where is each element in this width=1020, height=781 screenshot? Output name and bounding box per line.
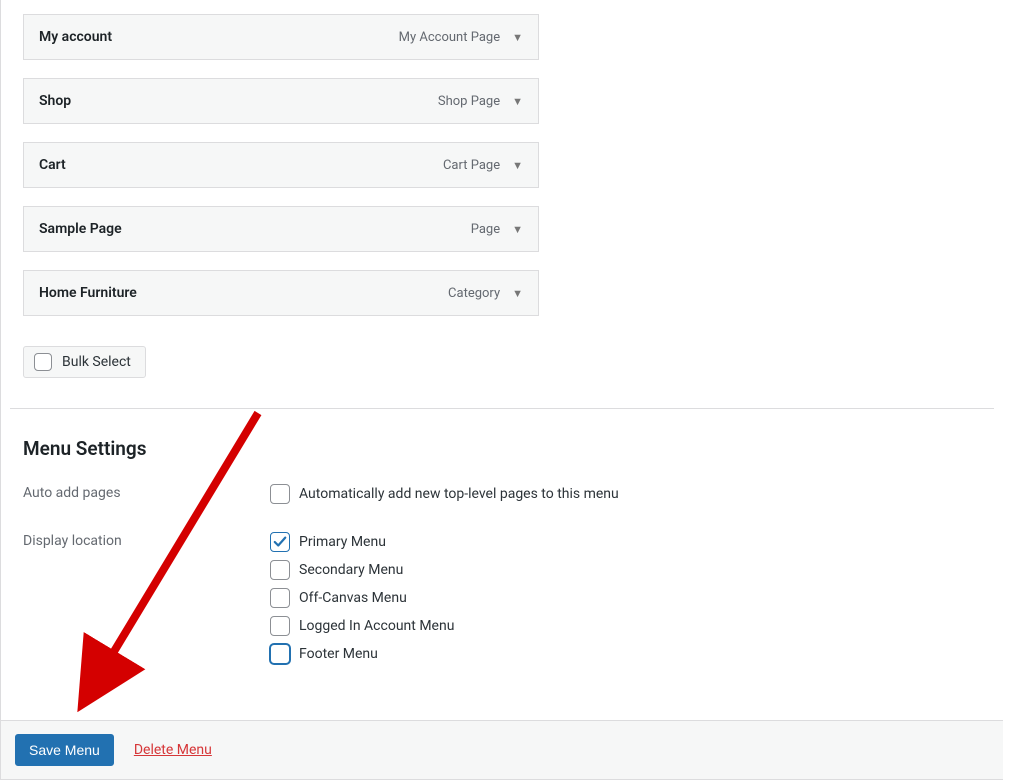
display-location-label: Display location [23,532,270,672]
footer-menu-checkbox[interactable] [270,644,290,664]
display-location-row: Display location Primary Menu Secondary … [23,532,981,672]
display-location-options: Primary Menu Secondary Menu Off-Canvas M… [270,532,981,672]
menu-item-type: Cart Page [443,158,500,173]
auto-add-pages-label: Auto add pages [23,484,270,512]
chevron-down-icon[interactable]: ▼ [512,95,523,108]
save-menu-button[interactable]: Save Menu [15,734,114,766]
menu-item-type: Category [448,286,500,301]
menu-item-type: My Account Page [399,30,500,45]
menu-items-list: My account My Account Page ▼ Shop Shop P… [10,14,994,316]
chevron-down-icon[interactable]: ▼ [512,31,523,44]
logged-in-menu-checkbox[interactable] [270,616,290,636]
bulk-select-checkbox[interactable] [34,353,52,371]
menu-footer-actions: Save Menu Delete Menu [1,720,1003,780]
menu-item[interactable]: Shop Shop Page ▼ [23,78,539,124]
location-option-label[interactable]: Logged In Account Menu [299,618,454,634]
menu-settings-section: Menu Settings Auto add pages Automatical… [10,437,994,720]
location-option-label[interactable]: Primary Menu [299,534,386,550]
auto-add-pages-row: Auto add pages Automatically add new top… [23,484,981,512]
chevron-down-icon[interactable]: ▼ [512,223,523,236]
menu-item-title: Sample Page [39,221,122,237]
menu-item[interactable]: Cart Cart Page ▼ [23,142,539,188]
off-canvas-menu-checkbox[interactable] [270,588,290,608]
menu-settings-heading: Menu Settings [23,437,981,460]
secondary-menu-checkbox[interactable] [270,560,290,580]
menu-item[interactable]: Home Furniture Category ▼ [23,270,539,316]
menu-item-title: Home Furniture [39,285,137,301]
delete-menu-link[interactable]: Delete Menu [134,742,212,758]
divider [10,408,994,409]
chevron-down-icon[interactable]: ▼ [512,159,523,172]
menu-editor-panel: My account My Account Page ▼ Shop Shop P… [0,0,1003,780]
menu-item-type: Page [471,222,500,237]
menu-item-title: My account [39,29,112,45]
location-option-label[interactable]: Off-Canvas Menu [299,590,407,606]
chevron-down-icon[interactable]: ▼ [512,287,523,300]
bulk-select-label: Bulk Select [62,354,131,370]
check-icon [273,535,287,549]
primary-menu-checkbox[interactable] [270,532,290,552]
menu-item-type: Shop Page [438,94,500,109]
bulk-select-button[interactable]: Bulk Select [23,346,146,378]
location-option-label[interactable]: Footer Menu [299,646,378,662]
auto-add-option-label[interactable]: Automatically add new top-level pages to… [299,486,619,502]
menu-item[interactable]: My account My Account Page ▼ [23,14,539,60]
menu-item[interactable]: Sample Page Page ▼ [23,206,539,252]
menu-item-title: Shop [39,93,71,109]
location-option-label[interactable]: Secondary Menu [299,562,403,578]
auto-add-checkbox[interactable] [270,484,290,504]
menu-item-title: Cart [39,157,66,173]
